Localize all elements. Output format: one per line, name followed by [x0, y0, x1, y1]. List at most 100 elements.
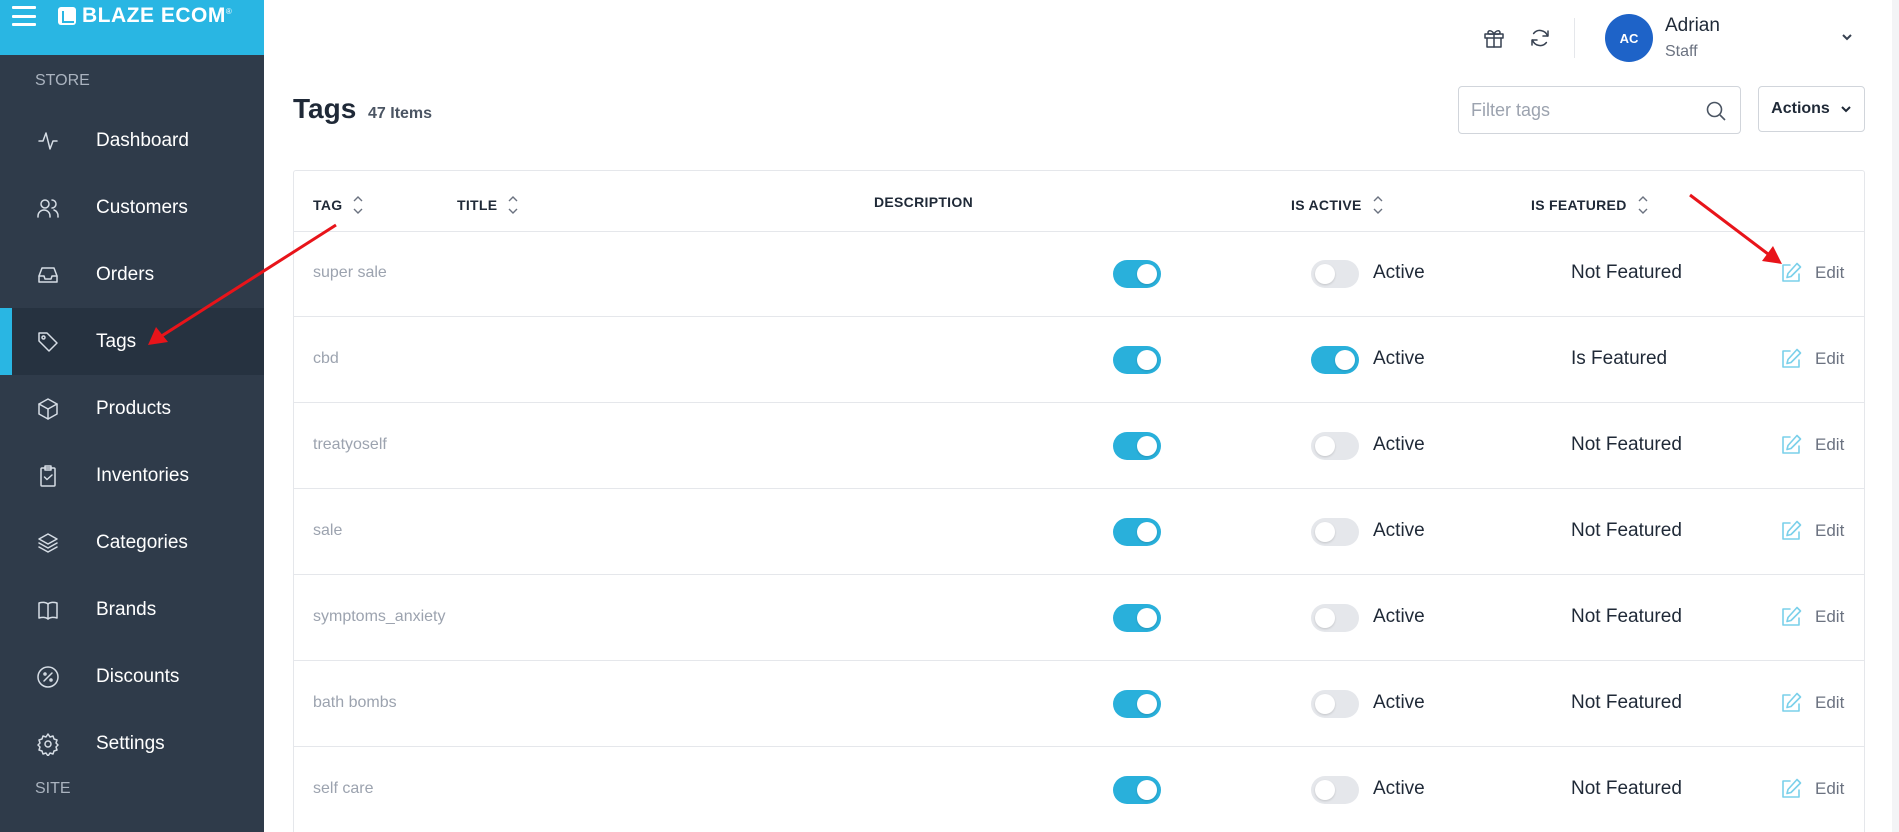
- active-toggle[interactable]: [1113, 346, 1161, 374]
- edit-button[interactable]: Edit: [1779, 605, 1844, 629]
- toggle-knob: [1315, 608, 1335, 628]
- featured-toggle[interactable]: [1311, 432, 1359, 460]
- active-toggle[interactable]: [1113, 776, 1161, 804]
- sidebar-item-products[interactable]: Products: [0, 375, 264, 442]
- sidebar-item-brands[interactable]: Brands: [0, 576, 264, 643]
- sidebar-item-categories[interactable]: Categories: [0, 509, 264, 576]
- sidebar-item-dashboard[interactable]: Dashboard: [0, 107, 264, 174]
- refresh-icon[interactable]: [1526, 24, 1554, 52]
- tag-name: symptoms_anxiety: [313, 608, 446, 625]
- column-header-tag: TAG: [313, 194, 364, 216]
- sidebar-item-orders[interactable]: Orders: [0, 241, 264, 308]
- featured-toggle[interactable]: [1311, 260, 1359, 288]
- actions-button[interactable]: Actions: [1758, 86, 1865, 132]
- toggle-knob: [1137, 522, 1157, 542]
- active-status-label: Active: [1373, 778, 1425, 799]
- table-row: self care Active Not Featured Edit: [294, 747, 1864, 832]
- sidebar-nav: Dashboard Customers Orders Tags Products Inve…: [0, 107, 264, 777]
- sidebar-item-customers[interactable]: Customers: [0, 174, 264, 241]
- table-row: treatyoself Active Not Featured Edit: [294, 403, 1864, 489]
- sidebar-item-tags[interactable]: Tags: [0, 308, 264, 375]
- hamburger-menu-icon[interactable]: [12, 6, 36, 26]
- sidebar-item-inventories[interactable]: Inventories: [0, 442, 264, 509]
- toggle-knob: [1137, 608, 1157, 628]
- search-icon[interactable]: [1704, 99, 1728, 123]
- page-title: Tags: [293, 93, 357, 124]
- sort-icon[interactable]: [1372, 194, 1384, 216]
- featured-toggle[interactable]: [1311, 776, 1359, 804]
- tag-icon: [36, 330, 60, 354]
- edit-button[interactable]: Edit: [1779, 261, 1844, 285]
- gear-icon: [36, 732, 60, 756]
- toggle-knob: [1315, 264, 1335, 284]
- active-status-label: Active: [1373, 692, 1425, 713]
- edit-button[interactable]: Edit: [1779, 433, 1844, 457]
- book-icon: [36, 598, 60, 622]
- toggle-knob: [1137, 436, 1157, 456]
- edit-icon: [1782, 348, 1802, 368]
- table-row: symptoms_anxiety Active Not Featured Edit: [294, 575, 1864, 661]
- chevron-down-icon[interactable]: [1840, 30, 1854, 44]
- tag-name: super sale: [313, 264, 387, 281]
- featured-toggle[interactable]: [1311, 690, 1359, 718]
- toggle-knob: [1315, 522, 1335, 542]
- item-count: 47 Items: [368, 105, 433, 122]
- toggle-knob: [1335, 350, 1355, 370]
- table-row: sale Active Not Featured Edit: [294, 489, 1864, 575]
- sidebar-item-label: Dashboard: [96, 129, 189, 151]
- edit-icon: [1782, 520, 1802, 540]
- active-toggle[interactable]: [1113, 690, 1161, 718]
- featured-toggle[interactable]: [1311, 604, 1359, 632]
- edit-button[interactable]: Edit: [1779, 691, 1844, 715]
- edit-icon: [1782, 692, 1802, 712]
- active-status-label: Active: [1373, 348, 1425, 369]
- featured-status-label: Not Featured: [1571, 606, 1682, 627]
- table-row: bath bombs Active Not Featured Edit: [294, 661, 1864, 747]
- edit-label: Edit: [1815, 607, 1845, 626]
- sort-icon[interactable]: [507, 194, 519, 216]
- active-status-label: Active: [1373, 520, 1425, 541]
- tag-name: treatyoself: [313, 436, 387, 453]
- active-toggle[interactable]: [1113, 260, 1161, 288]
- brand-bar: BLAZE ECOM®: [0, 0, 264, 55]
- user-menu[interactable]: AC Adrian Staff: [1605, 14, 1720, 62]
- activity-icon: [36, 129, 60, 153]
- gift-icon[interactable]: [1480, 24, 1508, 52]
- percent-icon: [36, 665, 60, 689]
- featured-toggle[interactable]: [1311, 346, 1359, 374]
- featured-status-label: Not Featured: [1571, 778, 1682, 799]
- sidebar-item-label: Customers: [96, 196, 188, 218]
- header-divider: [1574, 18, 1575, 58]
- edit-button[interactable]: Edit: [1779, 347, 1844, 371]
- sidebar-item-settings[interactable]: Settings: [0, 710, 264, 777]
- column-header-is-featured: IS FEATURED: [1531, 194, 1649, 216]
- sort-icon[interactable]: [352, 194, 364, 216]
- table-header: TAG TITLE DESCRIPTION IS ACTIVE IS FEATU…: [294, 171, 1864, 232]
- sidebar-item-discounts[interactable]: Discounts: [0, 643, 264, 710]
- user-role: Staff: [1665, 43, 1698, 60]
- edit-icon: [1782, 606, 1802, 626]
- table-row: super sale Active Not Featured Edit: [294, 231, 1864, 317]
- sidebar-item-label: Orders: [96, 263, 155, 285]
- scrollbar[interactable]: [1892, 0, 1899, 832]
- sort-icon[interactable]: [1637, 194, 1649, 216]
- active-status-label: Active: [1373, 606, 1425, 627]
- column-header-description: DESCRIPTION: [874, 194, 973, 210]
- section-label-site: SITE: [35, 780, 71, 797]
- brand-logo[interactable]: BLAZE ECOM®: [58, 4, 232, 28]
- filter-tags-input[interactable]: [1459, 99, 1689, 121]
- users-icon: [36, 196, 60, 220]
- active-toggle[interactable]: [1113, 604, 1161, 632]
- brand-registered-mark: ®: [225, 7, 233, 16]
- tag-name: self care: [313, 780, 374, 797]
- edit-button[interactable]: Edit: [1779, 519, 1844, 543]
- featured-toggle[interactable]: [1311, 518, 1359, 546]
- clipboard-icon: [36, 464, 60, 488]
- featured-status-label: Not Featured: [1571, 692, 1682, 713]
- active-toggle[interactable]: [1113, 518, 1161, 546]
- avatar: AC: [1605, 14, 1653, 62]
- column-header-is-active: IS ACTIVE: [1291, 194, 1384, 216]
- active-toggle[interactable]: [1113, 432, 1161, 460]
- sidebar-item-label: Tags: [96, 330, 137, 352]
- edit-button[interactable]: Edit: [1779, 777, 1844, 801]
